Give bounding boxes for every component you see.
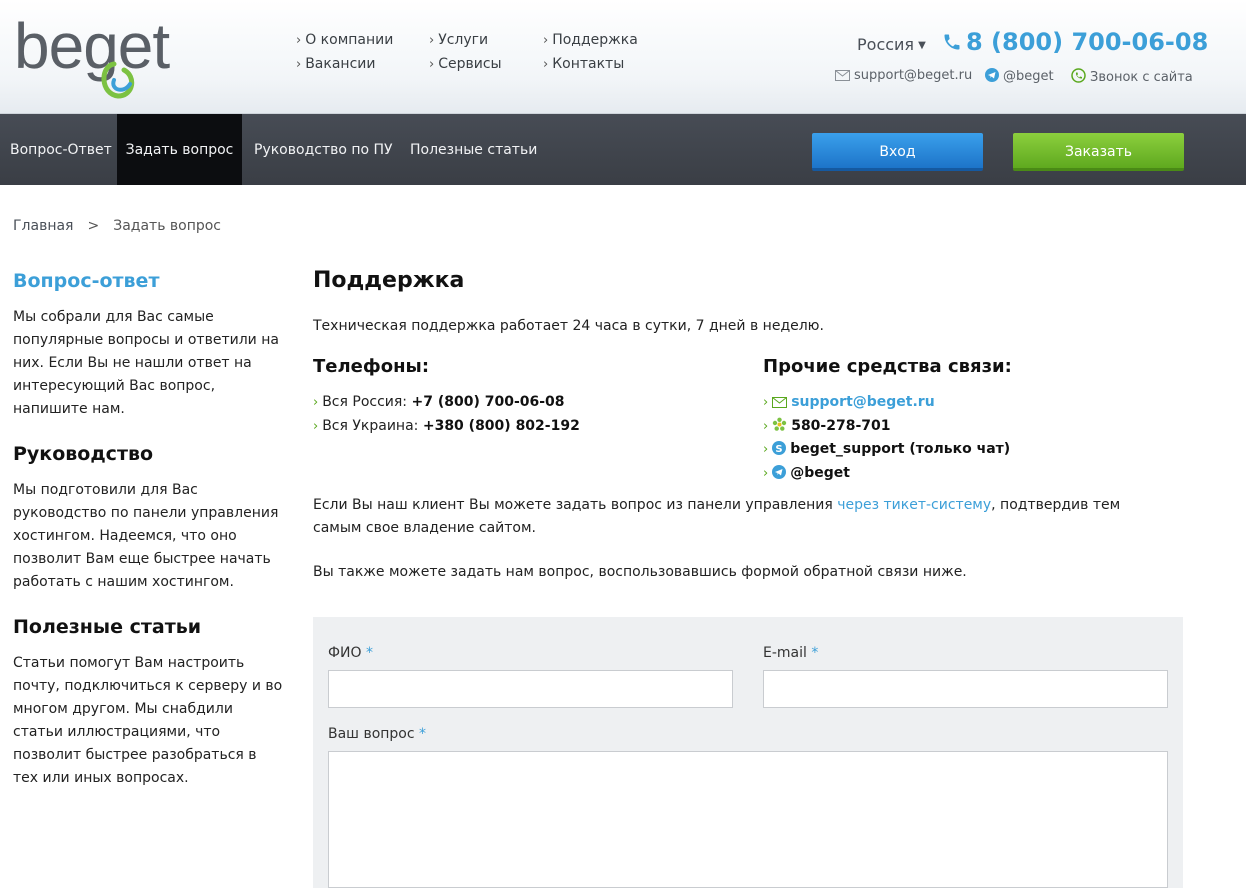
top-nav-services[interactable]: › Услуги [429,30,502,54]
page-title: Поддержка [313,268,465,293]
header-email-link[interactable]: support@beget.ru [835,68,972,83]
top-nav-about[interactable]: › О компании [296,30,393,54]
other-contacts-column: Прочие средства связи: › support@beget.ru… [763,356,1183,485]
icq-flower-icon [773,417,787,431]
sidebar-articles-text: Статьи помогут Вам настроить почту, подк… [13,655,283,786]
other-contacts-title: Прочие средства связи: [763,356,1012,377]
feedback-form-intro: Вы также можете задать нам вопрос, воспо… [313,564,967,580]
breadcrumb-home[interactable]: Главная [13,218,73,234]
name-label: ФИО * [328,645,373,661]
breadcrumb-separator: > [87,218,100,234]
tab-ask-question[interactable]: Задать вопрос [117,114,242,185]
order-button[interactable]: Заказать [1013,133,1184,171]
beget-logo[interactable]: beget [14,10,214,102]
main-nav: Вопрос-Ответ Задать вопрос Руководство п… [0,114,1246,185]
top-nav-contacts[interactable]: › Контакты [543,54,638,78]
contact-skype[interactable]: › Sbeget_support (только чат) [763,438,1183,462]
ticket-system-link[interactable]: через тикет-систему [837,497,991,513]
callback-phone-icon [1071,68,1086,83]
skype-icon: S [772,441,787,455]
question-textarea[interactable] [328,751,1168,888]
phones-title: Телефоны: [313,356,430,377]
mail-icon [772,397,788,408]
support-hours-text: Техническая поддержка работает 24 часа в… [313,318,824,334]
chevron-right-icon: › [313,395,319,410]
phone-russia[interactable]: › Вся Россия: +7 (800) 700-06-08 [313,391,753,415]
top-nav-col-3: › Поддержка › Контакты [543,30,638,78]
breadcrumb-current: Задать вопрос [113,218,222,234]
svg-text:S: S [776,444,783,455]
svg-text:beget: beget [14,10,170,82]
top-nav-col-1: › О компании › Вакансии [296,30,393,78]
contact-telegram[interactable]: › @beget [763,462,1183,486]
tab-useful-articles[interactable]: Полезные статьи [410,114,537,185]
top-nav-tools[interactable]: › Сервисы [429,54,502,78]
mail-icon [835,70,850,81]
header-callback-link[interactable]: Звонок с сайта [1071,68,1193,85]
chevron-right-icon: › [763,465,769,481]
sidebar: Вопрос-ответ Мы собрали для Вас самые по… [13,270,283,812]
sidebar-faq-title[interactable]: Вопрос-ответ [13,270,283,292]
breadcrumb: Главная > Задать вопрос [13,218,221,234]
contacts-block: Телефоны: › Вся Россия: +7 (800) 700-06-0… [313,356,1183,486]
feedback-form: ФИО * E-mail * Ваш вопрос * [313,617,1183,888]
chevron-right-icon: › [313,418,319,434]
top-nav-col-2: › Услуги › Сервисы [429,30,502,78]
site-header: beget › О компании › Вакансии › Услуги › Сер… [0,0,1246,114]
top-nav-support[interactable]: › Поддержка [543,30,638,54]
email-label: E-mail * [763,645,819,661]
chevron-right-icon: › [763,395,769,410]
header-phone[interactable]: 8 (800) 700-06-08 [942,28,1208,56]
telegram-icon [985,68,999,82]
email-input[interactable] [763,670,1168,708]
phone-icon [944,34,960,50]
contact-email[interactable]: › support@beget.ru [763,391,1183,415]
ticket-system-text: Если Вы наш клиент Вы можете задать вопр… [313,497,1121,536]
header-telegram-link[interactable]: @beget [985,68,1054,84]
phone-ukraine[interactable]: › Вся Украина: +380 (800) 802-192 [313,415,753,439]
question-label: Ваш вопрос * [328,726,427,742]
top-nav-vacancies[interactable]: › Вакансии [296,54,393,78]
phones-column: Телефоны: › Вся Россия: +7 (800) 700-06-0… [313,356,753,438]
caret-down-icon: ▼ [918,40,926,51]
name-input[interactable] [328,670,733,708]
chevron-right-icon: › [763,442,769,457]
sidebar-articles-title[interactable]: Полезные статьи [13,616,283,638]
contact-icq[interactable]: › 580-278-701 [763,415,1183,439]
tab-faq[interactable]: Вопрос-Ответ [10,114,112,185]
chevron-right-icon: › [763,418,769,434]
tab-panel-guide[interactable]: Руководство по ПУ [254,114,393,185]
telegram-icon [772,464,787,479]
region-selector[interactable]: Россия ▼ [857,35,926,54]
sidebar-guide-text: Мы подготовили для Вас руководство по па… [13,482,279,590]
login-button[interactable]: Вход [812,133,983,171]
sidebar-guide-title[interactable]: Руководство [13,443,283,465]
main-content: Поддержка Техническая поддержка работает… [313,268,1183,584]
sidebar-faq-text: Мы собрали для Вас самые популярные вопр… [13,309,279,417]
